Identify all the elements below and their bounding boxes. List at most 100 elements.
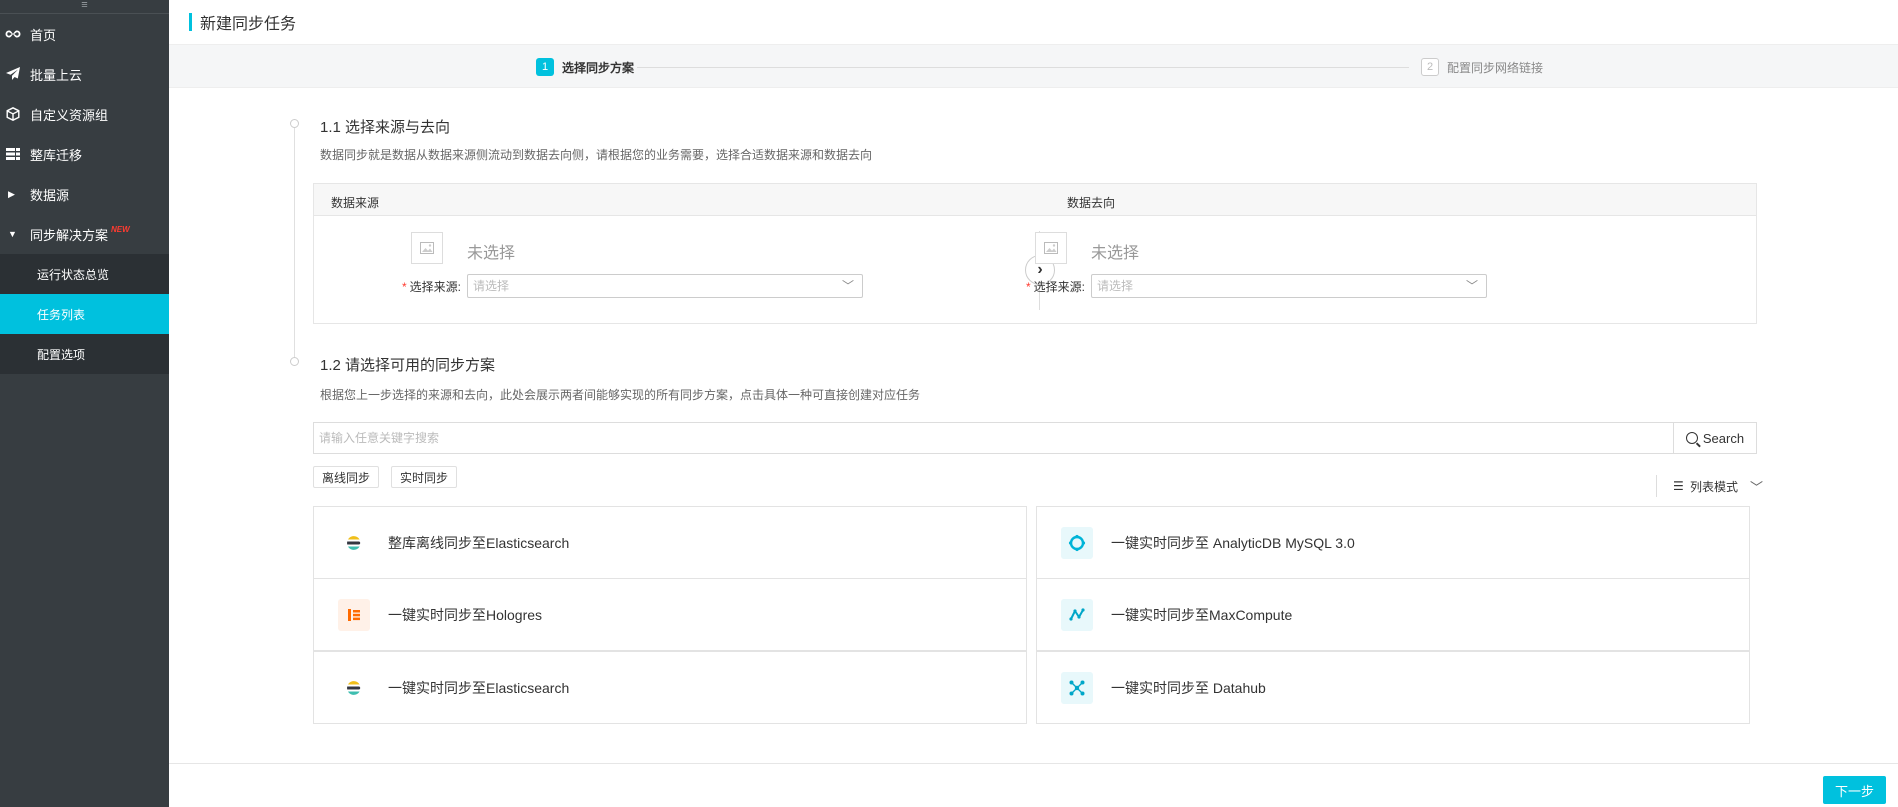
view-mode-selector[interactable]: ☰ 列表模式 ﹀ bbox=[1656, 475, 1763, 497]
sidebar-subitem-config-options[interactable]: 配置选项 bbox=[0, 334, 169, 374]
page-title: 新建同步任务 bbox=[200, 16, 297, 33]
elasticsearch-icon bbox=[338, 527, 370, 559]
paper-plane-icon bbox=[4, 65, 22, 83]
sidebar-subitem-task-list[interactable]: 任务列表 bbox=[0, 294, 169, 334]
database-grid-icon bbox=[4, 145, 22, 163]
elasticsearch-icon bbox=[338, 672, 370, 704]
solution-card[interactable]: 一键实时同步至Hologres bbox=[313, 578, 1027, 651]
sidebar-item-label: 数据源 bbox=[30, 187, 70, 203]
solution-card[interactable]: 一键实时同步至 AnalyticDB MySQL 3.0 bbox=[1036, 506, 1750, 579]
chevron-down-icon: ﹀ bbox=[1750, 479, 1764, 495]
search-button[interactable]: Search bbox=[1673, 423, 1756, 453]
view-mode-separator bbox=[1656, 475, 1657, 497]
required-mark: * bbox=[402, 280, 407, 294]
step-label: 配置同步网络链接 bbox=[1447, 60, 1544, 75]
step-2[interactable]: 2 配置同步网络链接 bbox=[1421, 58, 1543, 76]
view-mode-label: 列表模式 bbox=[1690, 479, 1739, 494]
caret-down-icon: ▼ bbox=[8, 229, 17, 239]
sidebar-subitem-label: 配置选项 bbox=[37, 347, 86, 362]
solution-card-label: 一键实时同步至MaxCompute bbox=[1111, 606, 1293, 623]
source-select[interactable]: 请选择 ﹀ bbox=[467, 274, 863, 298]
sidebar-item-label: 批量上云 bbox=[30, 67, 83, 83]
cube-icon bbox=[4, 105, 22, 123]
sidebar-item-resource-group[interactable]: 自定义资源组 bbox=[0, 94, 169, 134]
target-field-label: * 选择来源: bbox=[1026, 280, 1086, 294]
sidebar: ≡ 首页 批量上云 自定义资源组 整库迁移 ▶ 数据源 ▼ 同步解决方案 NEW… bbox=[0, 0, 169, 807]
datahub-icon bbox=[1061, 671, 1093, 704]
step-indicator: 1 选择同步方案 2 配置同步网络链接 bbox=[169, 44, 1898, 88]
sidebar-item-batch-cloud[interactable]: 批量上云 bbox=[0, 54, 169, 94]
sidebar-item-label: 同步解决方案 bbox=[30, 227, 109, 243]
section-title-text: 选择来源与去向 bbox=[345, 119, 451, 136]
section-title-text: 请选择可用的同步方案 bbox=[345, 357, 496, 374]
target-select-placeholder: 请选择 bbox=[1097, 279, 1134, 293]
sidebar-toggle[interactable]: ≡ bbox=[0, 0, 169, 14]
step-number: 1 bbox=[536, 58, 554, 76]
infinity-icon bbox=[4, 25, 22, 43]
step-connector bbox=[637, 67, 1409, 68]
solution-card[interactable]: 一键实时同步至MaxCompute bbox=[1036, 578, 1750, 651]
sidebar-subitem-status-overview[interactable]: 运行状态总览 bbox=[0, 254, 169, 294]
target-select[interactable]: 请选择 ﹀ bbox=[1091, 274, 1487, 298]
sidebar-subitem-label: 任务列表 bbox=[37, 307, 86, 322]
solution-card-label: 一键实时同步至Elasticsearch bbox=[388, 679, 570, 696]
step-label: 选择同步方案 bbox=[562, 60, 635, 75]
solution-card[interactable]: 整库离线同步至Elasticsearch bbox=[313, 506, 1027, 579]
required-mark: * bbox=[1026, 280, 1031, 294]
solution-card-label: 一键实时同步至 AnalyticDB MySQL 3.0 bbox=[1111, 534, 1355, 551]
new-badge: NEW bbox=[111, 224, 130, 234]
step-number: 2 bbox=[1421, 58, 1439, 76]
source-header: 数据来源 bbox=[331, 196, 380, 210]
sidebar-subitem-label: 运行状态总览 bbox=[37, 267, 110, 282]
solution-card[interactable]: 一键实时同步至Elasticsearch bbox=[313, 651, 1027, 724]
tag-offline-sync[interactable]: 离线同步 bbox=[313, 466, 380, 488]
sidebar-item-sync-solution[interactable]: ▼ 同步解决方案 NEW bbox=[0, 214, 169, 254]
panel-header: 数据来源 数据去向 bbox=[314, 184, 1756, 216]
timeline-dot bbox=[290, 357, 299, 366]
timeline-dot bbox=[290, 119, 299, 128]
bottom-bar: 下一步 bbox=[169, 763, 1898, 807]
target-image-placeholder bbox=[1035, 232, 1067, 264]
menu-icon: ≡ bbox=[81, 0, 88, 11]
step-1[interactable]: 1 选择同步方案 bbox=[536, 58, 634, 76]
sidebar-item-label: 整库迁移 bbox=[30, 147, 83, 163]
target-header: 数据去向 bbox=[1067, 196, 1116, 210]
solution-card-label: 整库离线同步至Elasticsearch bbox=[388, 534, 570, 551]
sidebar-item-db-migration[interactable]: 整库迁移 bbox=[0, 134, 169, 174]
main-area: 新建同步任务 1 选择同步方案 2 配置同步网络链接 1.1 选择来源与去向 数… bbox=[169, 0, 1898, 807]
target-status: 未选择 bbox=[1091, 245, 1140, 262]
maxcompute-icon bbox=[1061, 598, 1093, 631]
content-area: 1.1 选择来源与去向 数据同步就是数据从数据来源侧流动到数据去向侧，请根据您的… bbox=[169, 88, 1898, 807]
section-number: 1.2 bbox=[320, 357, 341, 374]
section-1-title: 1.1 选择来源与去向 bbox=[320, 116, 450, 137]
caret-right-icon: ▶ bbox=[8, 188, 15, 199]
source-select-placeholder: 请选择 bbox=[473, 279, 510, 293]
list-icon: ☰ bbox=[1673, 479, 1684, 493]
tag-realtime-sync[interactable]: 实时同步 bbox=[391, 466, 458, 488]
chevron-down-icon: ﹀ bbox=[1465, 279, 1478, 293]
next-button[interactable]: 下一步 bbox=[1822, 776, 1886, 804]
timeline-line bbox=[294, 123, 295, 363]
search-input[interactable] bbox=[314, 423, 1673, 453]
image-icon bbox=[420, 242, 434, 254]
search-icon bbox=[1685, 432, 1698, 444]
image-icon bbox=[1044, 242, 1058, 254]
source-image-placeholder bbox=[411, 232, 443, 264]
solution-card-label: 一键实时同步至 Datahub bbox=[1111, 679, 1266, 696]
sidebar-item-datasource[interactable]: ▶ 数据源 bbox=[0, 174, 169, 214]
solution-card-label: 一键实时同步至Hologres bbox=[388, 606, 543, 623]
section-1-desc: 数据同步就是数据从数据来源侧流动到数据去向侧，请根据您的业务需要，选择合适数据来… bbox=[320, 148, 873, 162]
analyticdb-icon bbox=[1061, 526, 1093, 559]
search-button-label: Search bbox=[1702, 430, 1745, 446]
sidebar-item-label: 首页 bbox=[30, 27, 57, 43]
sidebar-item-home[interactable]: 首页 bbox=[0, 14, 169, 54]
title-accent-bar bbox=[189, 13, 192, 31]
section-number: 1.1 bbox=[320, 119, 341, 136]
page-header: 新建同步任务 bbox=[169, 0, 1898, 44]
hologres-icon bbox=[338, 598, 370, 631]
source-field-label: * 选择来源: bbox=[402, 280, 462, 294]
solution-card[interactable]: 一键实时同步至 Datahub bbox=[1036, 651, 1750, 724]
section-2-desc: 根据您上一步选择的来源和去向，此处会展示两者间能够实现的所有同步方案，点击具体一… bbox=[320, 388, 921, 402]
sidebar-item-label: 自定义资源组 bbox=[30, 107, 109, 123]
source-target-panel: 数据来源 数据去向 未选择 * 选择来源: 请选择 ﹀ › 未选择 * 选择来源: … bbox=[313, 183, 1757, 324]
